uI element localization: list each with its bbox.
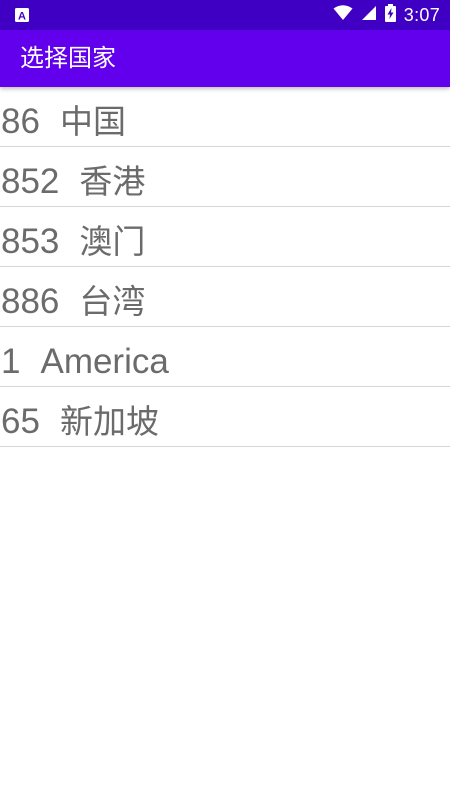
country-code: 1 bbox=[1, 342, 21, 381]
list-item-america[interactable]: 1 America bbox=[0, 327, 450, 387]
country-name: 澳门 bbox=[79, 222, 146, 261]
country-code: 852 bbox=[1, 162, 60, 201]
country-name: 香港 bbox=[79, 162, 146, 201]
status-bar: A 3:07 bbox=[0, 0, 450, 30]
country-name: 中国 bbox=[59, 102, 126, 141]
country-list: 86 中国 852 香港 853 澳门 886 台湾 1 America 65 新加坡 bbox=[0, 87, 450, 447]
list-item-label: 65 新加坡 bbox=[1, 387, 159, 457]
app-notification-icon: A bbox=[14, 7, 30, 23]
list-item-taiwan[interactable]: 886 台湾 bbox=[0, 267, 450, 327]
list-item-china[interactable]: 86 中国 bbox=[0, 87, 450, 147]
country-code: 886 bbox=[1, 282, 60, 321]
country-name: 新加坡 bbox=[59, 402, 159, 441]
wifi-icon bbox=[333, 5, 353, 25]
country-code: 65 bbox=[1, 402, 40, 441]
signal-icon bbox=[361, 5, 377, 25]
country-code: 86 bbox=[1, 102, 40, 141]
status-time: 3:07 bbox=[403, 4, 440, 25]
page-title: 选择国家 bbox=[20, 44, 116, 72]
svg-text:A: A bbox=[18, 11, 26, 23]
country-code: 853 bbox=[1, 222, 60, 261]
battery-charging-icon bbox=[384, 4, 396, 26]
country-name: America bbox=[40, 342, 169, 381]
app-bar: 选择国家 bbox=[0, 30, 450, 87]
list-item-macau[interactable]: 853 澳门 bbox=[0, 207, 450, 267]
list-item-singapore[interactable]: 65 新加坡 bbox=[0, 387, 450, 447]
list-item-hong-kong[interactable]: 852 香港 bbox=[0, 147, 450, 207]
country-name: 台湾 bbox=[79, 282, 146, 321]
